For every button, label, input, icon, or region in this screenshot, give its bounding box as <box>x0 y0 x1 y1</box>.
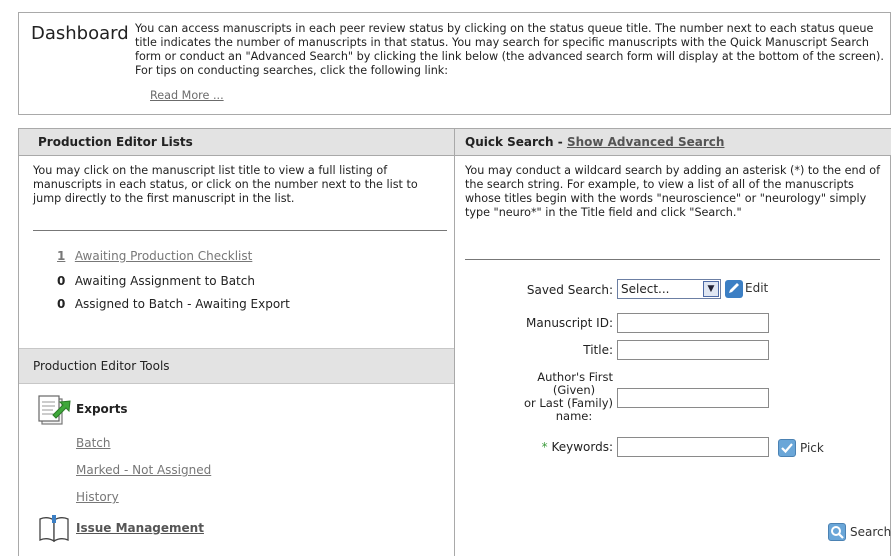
pick-button[interactable]: Pick <box>800 441 824 455</box>
divider <box>33 230 447 231</box>
export-link-marked-not-assigned[interactable]: Marked - Not Assigned <box>76 463 211 477</box>
quick-search-panel: Quick Search - Show Advanced Search You … <box>455 129 891 556</box>
search-button[interactable]: Search <box>850 525 891 539</box>
edit-button[interactable]: Edit <box>745 281 768 295</box>
author-label-line: or Last (Family) <box>523 396 613 410</box>
list-count[interactable]: 1 <box>57 249 71 263</box>
book-icon <box>37 515 71 546</box>
list-title: Awaiting Assignment to Batch <box>74 274 255 288</box>
edit-pencil-icon[interactable] <box>725 280 743 298</box>
production-lists-description: You may click on the manuscript list tit… <box>33 164 418 205</box>
dashboard-intro-box: Dashboard You can access manuscripts in … <box>18 12 891 115</box>
export-link-batch[interactable]: Batch <box>76 436 111 450</box>
production-lists-header: Production Editor Lists <box>19 129 454 156</box>
saved-search-value: Select... <box>621 282 670 296</box>
main-panels: Production Editor Lists You may click on… <box>18 128 891 556</box>
exports-label: Exports <box>76 402 128 416</box>
issue-management-link[interactable]: Issue Management <box>76 521 204 535</box>
author-label-line: name: <box>555 409 593 423</box>
quick-search-description: You may conduct a wildcard search by add… <box>465 164 881 219</box>
list-title: Assigned to Batch - Awaiting Export <box>74 297 290 311</box>
checkmark-icon[interactable] <box>778 439 796 457</box>
saved-search-label: Saved Search: <box>526 283 613 297</box>
keywords-input[interactable] <box>617 437 769 457</box>
exports-icon <box>37 393 73 430</box>
quick-search-header: Quick Search - Show Advanced Search <box>455 129 891 156</box>
production-editor-panel: Production Editor Lists You may click on… <box>19 129 455 556</box>
required-marker: * <box>541 440 548 454</box>
manuscript-id-label: Manuscript ID: <box>526 316 613 330</box>
header-separator: - <box>553 135 567 149</box>
dashboard-intro-text: You can access manuscripts in each peer … <box>135 22 884 77</box>
saved-search-select[interactable]: Select... ▼ <box>617 279 721 299</box>
divider <box>465 259 880 260</box>
list-count: 0 <box>57 274 66 288</box>
manuscript-id-input[interactable] <box>617 313 769 333</box>
author-name-label: Author's First (Given) or Last (Family) … <box>495 371 613 423</box>
page-title: Dashboard <box>31 23 129 44</box>
quick-search-title: Quick Search <box>465 135 554 149</box>
export-link-history[interactable]: History <box>76 490 119 504</box>
production-tools-header: Production Editor Tools <box>19 348 454 384</box>
keywords-label-text: Keywords: <box>551 440 613 454</box>
title-label: Title: <box>583 343 613 357</box>
list-title-link[interactable]: Awaiting Production Checklist <box>75 249 253 263</box>
list-item-awaiting-assignment-to-batch: 0 Awaiting Assignment to Batch <box>57 274 255 288</box>
list-item-assigned-to-batch: 0 Assigned to Batch - Awaiting Export <box>57 297 290 311</box>
show-advanced-search-link[interactable]: Show Advanced Search <box>567 135 725 149</box>
title-input[interactable] <box>617 340 769 360</box>
keywords-label: * Keywords: <box>495 440 613 454</box>
chevron-down-icon[interactable]: ▼ <box>703 281 719 297</box>
read-more-link[interactable]: Read More ... <box>150 89 224 102</box>
author-name-input[interactable] <box>617 388 769 408</box>
list-item-awaiting-production-checklist[interactable]: 1 Awaiting Production Checklist <box>57 249 252 263</box>
list-count: 0 <box>57 297 66 311</box>
search-icon[interactable] <box>828 523 846 541</box>
